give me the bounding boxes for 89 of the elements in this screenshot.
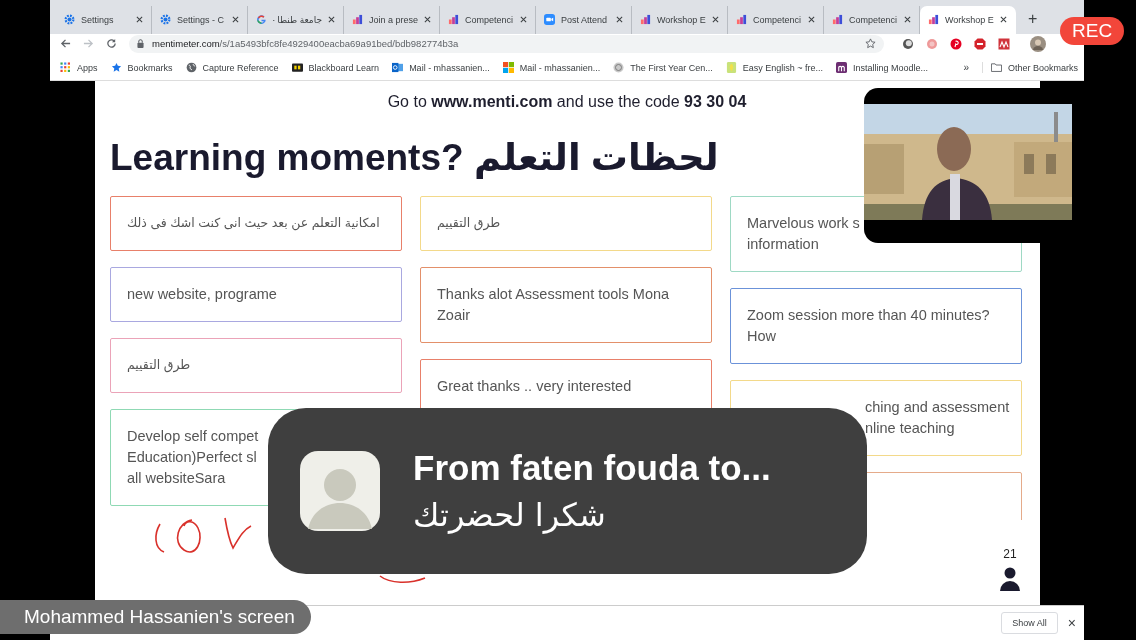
bookmark-item[interactable]: Bookmarks: [110, 62, 173, 74]
bookmark-item[interactable]: Easy English ~ fre...: [725, 62, 824, 74]
bar-chart-icon: [448, 14, 459, 26]
video-camera-icon: [544, 14, 555, 26]
bookmark-item[interactable]: Mail - mhassanien...: [502, 62, 601, 74]
slide-title: Learning moments? لحظات التعلم: [110, 135, 720, 181]
extension-icon[interactable]: [950, 37, 962, 50]
close-icon[interactable]: [616, 16, 623, 24]
show-all-button[interactable]: Show All: [1001, 612, 1058, 635]
close-icon[interactable]: [328, 16, 335, 24]
response-text: طرق التقييم: [127, 356, 191, 375]
response-text: Education)Perfect sl: [127, 447, 257, 467]
response-text: nline teaching: [864, 418, 955, 438]
bookmark-item[interactable]: Capture Reference: [185, 62, 279, 74]
notification-message: شكرا لحضرتك: [413, 496, 606, 534]
google-icon: [256, 14, 267, 26]
extension-icon[interactable]: [974, 37, 986, 50]
person-icon: [1000, 567, 1020, 592]
browser-tab[interactable]: Competenci: [728, 5, 824, 34]
extension-icon[interactable]: [902, 37, 914, 50]
browser-tab[interactable]: Settings - C: [152, 5, 248, 34]
bar-chart-icon: [640, 14, 651, 26]
bar-chart-icon: [736, 14, 747, 26]
gear-icon: [64, 14, 75, 26]
address-bar[interactable]: mentimeter.com/s/1a5493bfc8fe4929400eacba69a91bed/bdb982774b3a: [129, 34, 884, 53]
browser-tab[interactable]: Join a prese: [344, 5, 440, 34]
close-icon[interactable]: [904, 16, 911, 24]
avatar-icon: [300, 451, 380, 531]
bookmark-item[interactable]: The First Year Cen...: [613, 62, 713, 74]
close-icon[interactable]: [520, 16, 527, 24]
profile-avatar-icon[interactable]: [1030, 35, 1046, 52]
close-icon[interactable]: [712, 16, 719, 24]
new-tab-button[interactable]: +: [1028, 9, 1038, 28]
seal-icon: [613, 62, 625, 74]
close-icon[interactable]: [808, 16, 815, 24]
bar-chart-icon: [832, 14, 843, 26]
participant-count: 21: [1003, 547, 1017, 562]
apps-grid-icon: [60, 62, 71, 74]
response-text: ching and assessment: [864, 397, 1010, 417]
join-instructions: Go to www.menti.com and use the code 93 30 04: [386, 92, 748, 111]
bookmark-item[interactable]: Installing Moodle...: [836, 62, 929, 74]
star-icon: [110, 62, 122, 74]
back-arrow-icon[interactable]: [60, 38, 71, 50]
close-icon[interactable]: [232, 16, 239, 24]
response-text: all websiteSara: [127, 468, 226, 488]
browser-tab[interactable]: Post Attend: [536, 5, 632, 34]
close-icon[interactable]: [424, 16, 431, 24]
browser-tab[interactable]: Settings: [56, 5, 152, 34]
response-text: How: [747, 326, 776, 346]
more-bookmarks-button[interactable]: »: [963, 62, 969, 74]
folder-icon: [990, 62, 1002, 74]
response-text: new website, programe: [127, 284, 277, 304]
browser-tab[interactable]: Workshop E: [632, 5, 728, 34]
square-logo-icon: [836, 62, 848, 74]
other-bookmarks-folder[interactable]: Other Bookmarks: [981, 62, 1078, 74]
screen-share-label: Mohammed Hassanien's screen: [0, 600, 311, 634]
browser-tab[interactable]: جامعة طنطا -: [248, 5, 344, 34]
response-text: امكانية التعلم عن بعد حيث انى كنت اشك فى ذلك: [127, 214, 380, 233]
bookmark-item[interactable]: Blackboard Learn: [291, 62, 380, 74]
star-icon[interactable]: [865, 38, 876, 50]
response-text: Great thanks .. very interested: [437, 376, 632, 396]
bookmark-item[interactable]: Mail - mhassanien...: [392, 62, 490, 74]
square-logo-icon: [291, 62, 303, 74]
response-text: Marvelous work s: [747, 213, 860, 233]
response-text: Thanks alot Assessment tools Mona: [437, 284, 670, 304]
extension-icon[interactable]: [998, 37, 1010, 50]
reload-icon[interactable]: [106, 38, 117, 50]
lock-icon: [137, 39, 144, 49]
browser-tab[interactable]: Competenci: [440, 5, 536, 34]
bar-chart-icon: [928, 14, 939, 26]
globe-icon: [185, 62, 197, 74]
response-text: طرق التقييم: [437, 214, 501, 233]
bookmark-item[interactable]: Apps: [60, 62, 98, 74]
leaf-icon: [725, 62, 737, 74]
close-icon[interactable]: [1000, 16, 1007, 24]
response-text: Zoair: [437, 305, 471, 325]
close-button[interactable]: ×: [1067, 615, 1076, 632]
response-text: Zoom session more than 40 minutes?: [747, 305, 990, 325]
mail-icon: [392, 62, 404, 74]
response-text: Develop self compet: [127, 426, 259, 446]
four-squares-icon: [502, 62, 514, 74]
close-icon[interactable]: [136, 16, 143, 24]
gear-icon: [160, 14, 171, 26]
url-text: mentimeter.com/s/1a5493bfc8fe4929400eacba69a91bed/bdb982774b3a: [152, 38, 460, 50]
notification-title: From faten fouda to...: [413, 448, 771, 488]
recording-badge: REC: [1060, 17, 1125, 45]
response-text: information: [747, 234, 819, 254]
bar-chart-icon: [352, 14, 363, 26]
browser-tab[interactable]: Workshop E: [920, 5, 1016, 34]
